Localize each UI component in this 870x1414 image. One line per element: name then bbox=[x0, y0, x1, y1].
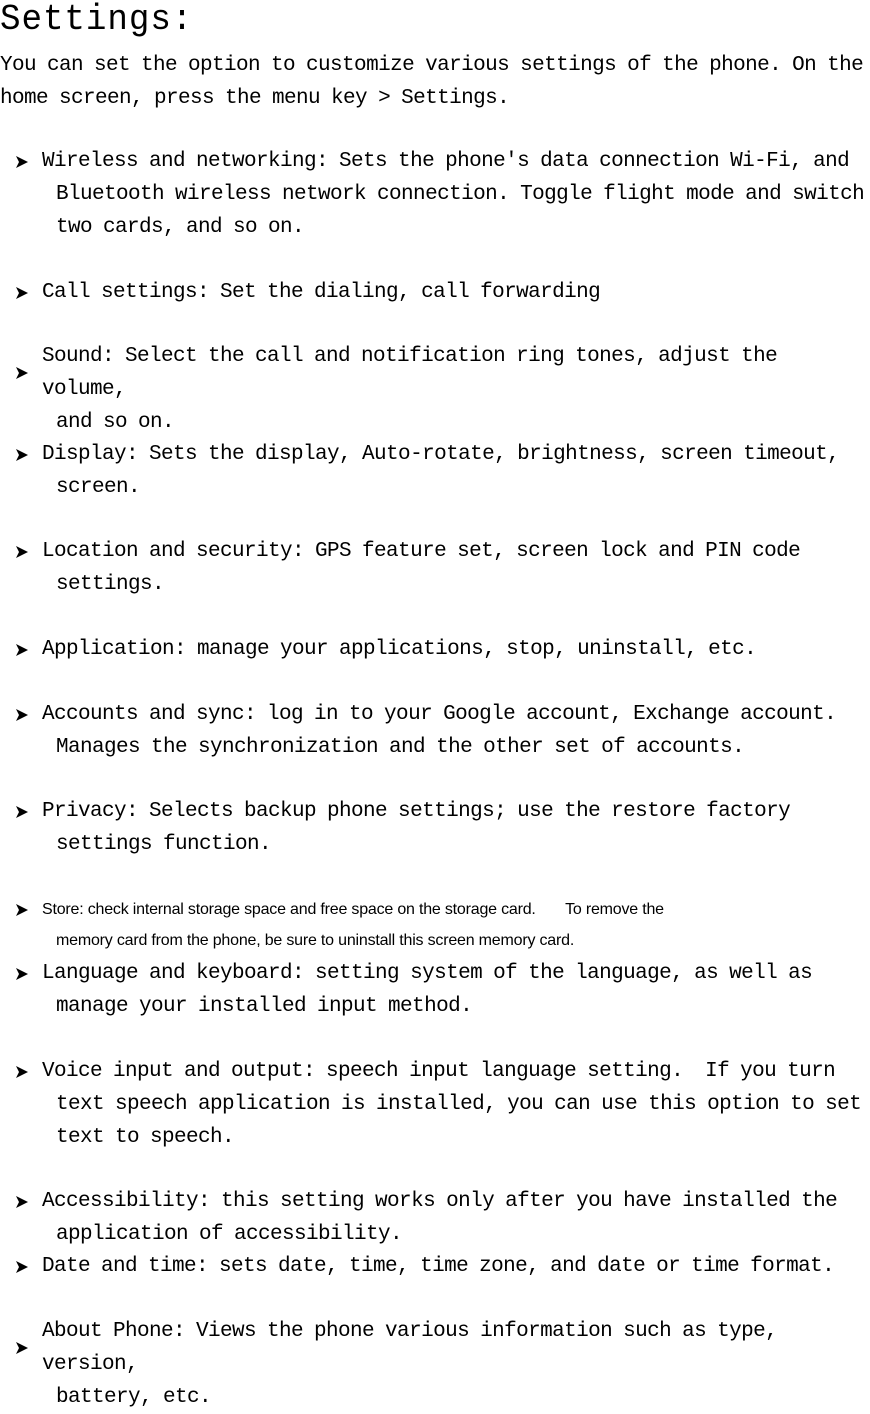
page-title: Settings: bbox=[0, 0, 194, 40]
arrowhead-bullet-icon bbox=[14, 1250, 42, 1283]
arrowhead-bullet-icon bbox=[14, 1185, 42, 1218]
list-item-wireless: Wireless and networking: Sets the phone'… bbox=[14, 145, 870, 244]
arrowhead-bullet-icon bbox=[14, 698, 42, 731]
arrowhead-bullet-icon bbox=[14, 894, 42, 925]
list-item-application: Application: manage your applications, s… bbox=[14, 633, 870, 666]
list-item-location-security: Location and security: GPS feature set, … bbox=[14, 535, 870, 601]
arrowhead-bullet-icon bbox=[14, 957, 42, 990]
list-item-accounts-sync: Accounts and sync: log in to your Google… bbox=[14, 698, 870, 764]
list-item-about-phone: About Phone: Views the phone various inf… bbox=[14, 1315, 870, 1414]
list-item-accessibility: Accessibility: this setting works only a… bbox=[14, 1185, 870, 1251]
list-item-privacy: Privacy: Selects backup phone settings; … bbox=[14, 795, 870, 861]
arrowhead-bullet-icon bbox=[14, 276, 42, 309]
list-item-date-time: Date and time: sets date, time, time zon… bbox=[14, 1250, 870, 1283]
arrowhead-bullet-icon bbox=[14, 340, 42, 406]
arrowhead-bullet-icon bbox=[14, 535, 42, 568]
arrowhead-bullet-icon bbox=[14, 1315, 42, 1381]
arrowhead-bullet-icon bbox=[14, 633, 42, 666]
list-item-store: Store: check internal storage space and … bbox=[14, 894, 870, 956]
arrowhead-bullet-icon bbox=[14, 145, 42, 178]
list-item-call-settings: Call settings: Set the dialing, call for… bbox=[14, 276, 870, 309]
arrowhead-bullet-icon bbox=[14, 1055, 42, 1088]
arrowhead-bullet-icon bbox=[14, 438, 42, 471]
list-item-display: Display: Sets the display, Auto-rotate, … bbox=[14, 438, 870, 504]
list-item-voice-io: Voice input and output: speech input lan… bbox=[14, 1055, 870, 1154]
list-item-language-keyboard: Language and keyboard: setting system of… bbox=[14, 957, 870, 1023]
arrowhead-bullet-icon bbox=[14, 795, 42, 828]
intro-paragraph: You can set the option to customize vari… bbox=[0, 54, 864, 110]
list-item-sound: Sound: Select the call and notification … bbox=[14, 340, 870, 439]
